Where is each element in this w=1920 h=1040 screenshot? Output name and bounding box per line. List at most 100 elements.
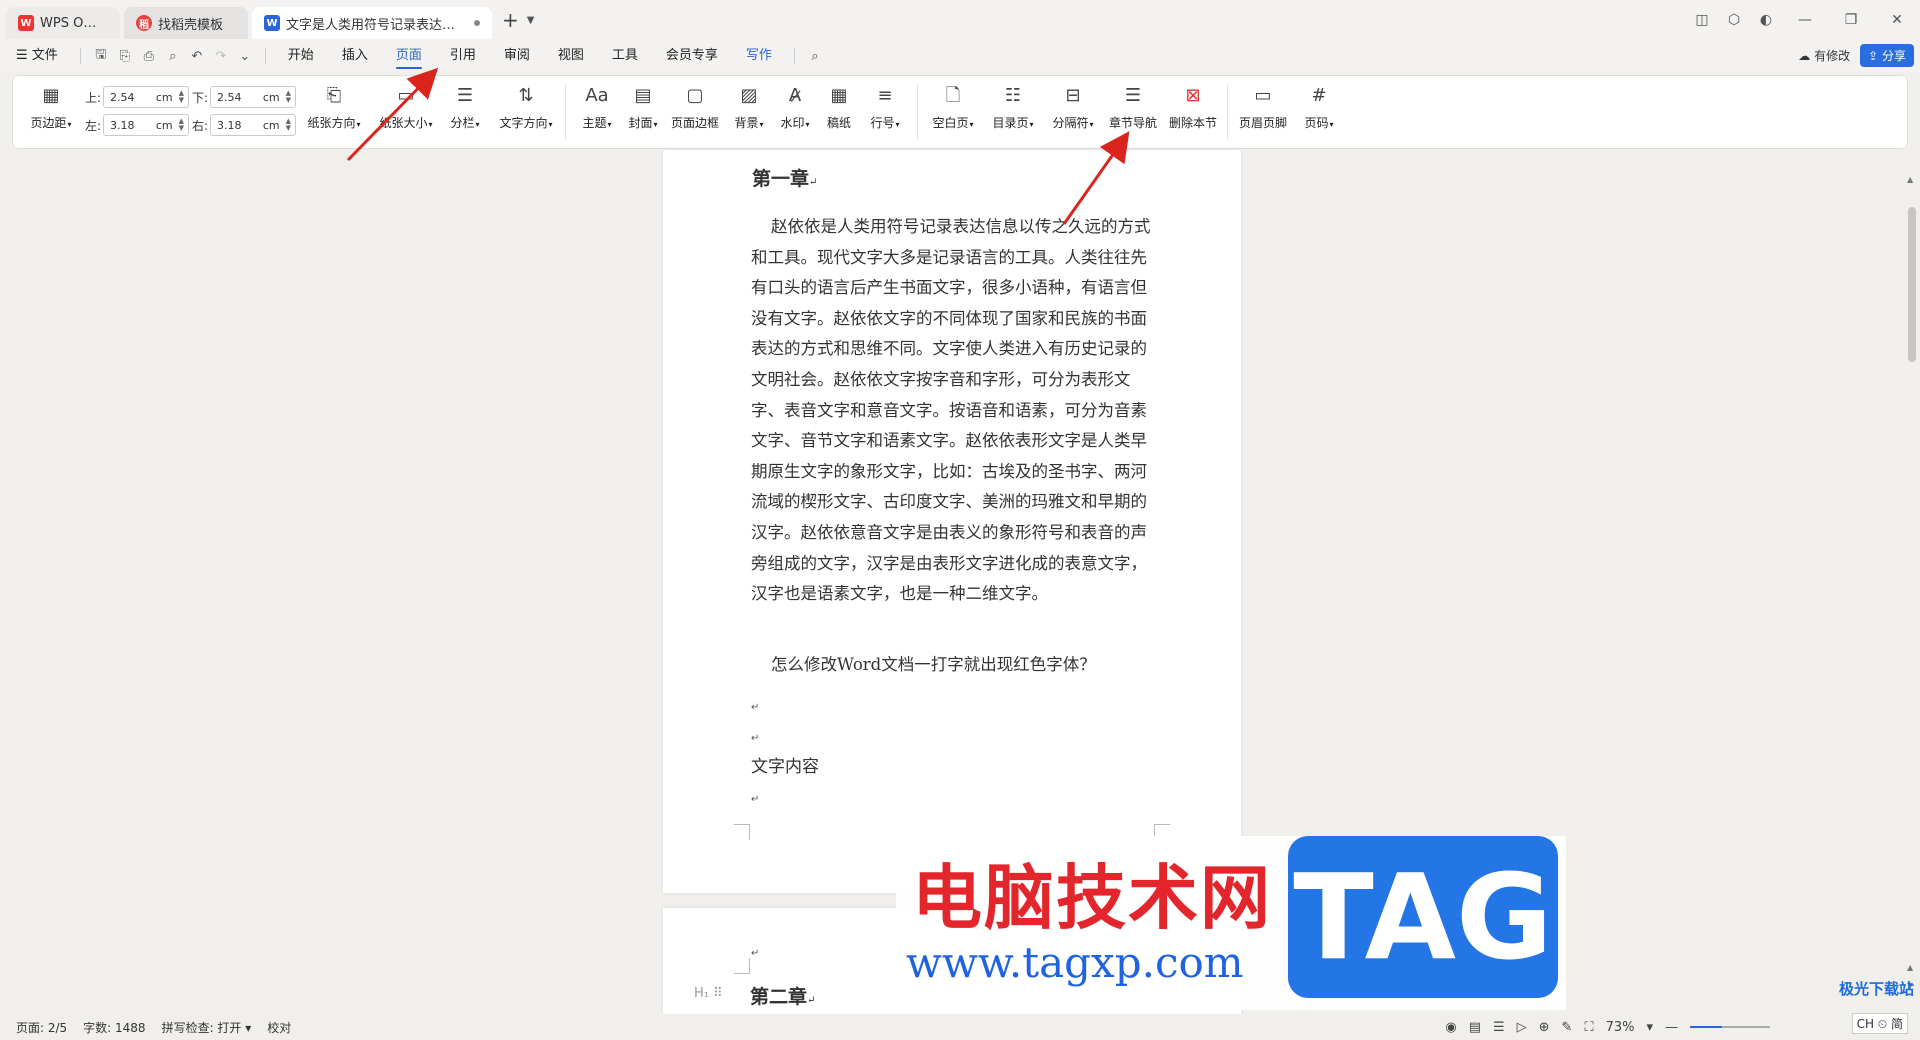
- margin-left-value[interactable]: 3.18: [110, 119, 135, 132]
- export-icon[interactable]: ⎘: [113, 49, 137, 64]
- restore-button[interactable]: ❐: [1828, 12, 1874, 28]
- margin-bottom-value[interactable]: 2.54: [217, 91, 242, 104]
- layout-icon[interactable]: ◫: [1686, 12, 1718, 28]
- margin-top-value[interactable]: 2.54: [110, 91, 135, 104]
- menu-tools[interactable]: 工具: [598, 40, 652, 72]
- page-number-button[interactable]: # 页码▾: [1297, 82, 1341, 131]
- tab-label: 文字是人类用符号记录表达信息以: [286, 17, 468, 33]
- toc-page-button[interactable]: ☷ 目录页▾: [987, 82, 1039, 131]
- outline-view-icon[interactable]: ☰: [1493, 1020, 1505, 1035]
- search-icon[interactable]: ⌕: [803, 49, 827, 64]
- save-icon[interactable]: 🖫: [89, 45, 113, 67]
- cover-label: 封面: [628, 116, 653, 130]
- question-paragraph[interactable]: 怎么修改Word文档一打字就出现红色字体？: [771, 651, 1096, 675]
- heading-level-handle[interactable]: H₁ ⠿: [694, 986, 723, 1001]
- chapter-nav-label: 章节导航: [1108, 116, 1157, 130]
- cover-button[interactable]: ▤ 封面▾: [623, 82, 663, 131]
- web-view-icon[interactable]: ⊕: [1539, 1020, 1550, 1035]
- line-number-button[interactable]: ≡ 行号▾: [865, 82, 905, 131]
- background-button[interactable]: ▨ 背景▾: [729, 82, 769, 131]
- tab-document[interactable]: W 文字是人类用符号记录表达信息以: [252, 7, 492, 39]
- paper-size-button[interactable]: ▭ 纸张大小▾: [375, 82, 437, 131]
- separator-button[interactable]: ⊟ 分隔符▾: [1047, 82, 1099, 131]
- spinner-icon[interactable]: ▲ ▼: [179, 118, 184, 132]
- new-tab-button[interactable]: +: [502, 8, 519, 32]
- margin-right-field[interactable]: 右: 3.18 cm ▲ ▼: [190, 114, 296, 136]
- print-icon[interactable]: ⎙: [137, 49, 161, 64]
- margin-corner-mark: [734, 958, 750, 974]
- margin-left-field[interactable]: 左: 3.18 cm ▲ ▼: [83, 114, 189, 136]
- text-direction-button[interactable]: ⇅ 文字方向▾: [493, 82, 559, 131]
- zoom-slider[interactable]: [1690, 1026, 1770, 1028]
- avatar[interactable]: ◐: [1750, 12, 1782, 28]
- chapter-heading-2[interactable]: 第二章↵: [750, 982, 815, 1009]
- delete-section-button[interactable]: ⊠ 删除本节: [1167, 82, 1219, 131]
- watermark-button[interactable]: A̷ 水印▾: [775, 82, 815, 131]
- menu-member[interactable]: 会员专享: [652, 40, 732, 72]
- scroll-up-icon[interactable]: ▲: [1907, 175, 1913, 184]
- page-border-button[interactable]: ▢ 页面边框: [669, 82, 721, 131]
- margin-button[interactable]: ▦ 页边距▾: [29, 82, 73, 131]
- undo-icon[interactable]: ↶: [185, 49, 209, 64]
- fit-icon[interactable]: ⛶: [1584, 1020, 1593, 1035]
- theme-icon: Aa: [585, 85, 609, 106]
- menu-references[interactable]: 引用: [436, 40, 490, 72]
- body-paragraph[interactable]: 赵依依是人类用符号记录表达信息以传之久远的方式和工具。现代文字大多是记录语言的工…: [751, 212, 1155, 610]
- theme-button[interactable]: Aa 主题▾: [577, 82, 617, 131]
- blank-page-button[interactable]: 🗋 空白页▾: [927, 82, 979, 131]
- ime-indicator[interactable]: CH ⏲ 简: [1851, 1013, 1908, 1034]
- line-number-label: 行号: [870, 116, 895, 130]
- zoom-out-icon[interactable]: —: [1665, 1020, 1678, 1035]
- write-view-icon[interactable]: ✎: [1562, 1020, 1573, 1035]
- page-indicator[interactable]: 页面: 2/5: [16, 1019, 67, 1036]
- cube-icon[interactable]: ⬡: [1718, 12, 1750, 28]
- columns-button[interactable]: ☰ 分栏▾: [445, 82, 485, 131]
- zoom-dropdown-icon[interactable]: ▾: [1646, 1020, 1653, 1035]
- close-button[interactable]: ✕: [1874, 12, 1920, 28]
- margin-bottom-field[interactable]: 下: 2.54 cm ▲ ▼: [190, 86, 296, 108]
- revise-status[interactable]: ☁ 有修改: [1798, 47, 1850, 64]
- header-footer-button[interactable]: ▭ 页眉页脚: [1237, 82, 1289, 131]
- spinner-icon[interactable]: ▲ ▼: [286, 90, 291, 104]
- menu-review[interactable]: 审阅: [490, 40, 544, 72]
- spell-check[interactable]: 拼写检查: 打开 ▾: [162, 1019, 252, 1036]
- chapter-nav-button[interactable]: ☰ 章节导航: [1107, 82, 1159, 131]
- spinner-icon[interactable]: ▲ ▼: [179, 90, 184, 104]
- file-menu[interactable]: ☰ 文件: [0, 40, 72, 72]
- more-chevron-icon[interactable]: ⌄: [233, 49, 257, 64]
- orientation-button[interactable]: ⎗ 纸张方向▾: [303, 82, 365, 131]
- separator-label: 分隔符: [1052, 116, 1089, 130]
- menu-start[interactable]: 开始: [274, 40, 328, 72]
- play-icon[interactable]: ▷: [1517, 1020, 1527, 1035]
- spell-check-label: 拼写检查: 打开: [161, 1020, 242, 1035]
- menu-right-group: ☁ 有修改 ⇪ 分享: [1798, 44, 1914, 67]
- redo-icon[interactable]: ↷: [209, 49, 233, 64]
- menu-page[interactable]: 页面: [382, 40, 436, 72]
- status-bar: 页面: 2/5 字数: 1488 拼写检查: 打开 ▾ 校对 ◉ ▤ ☰ ▷ ⊕…: [0, 1014, 1920, 1040]
- proofread[interactable]: 校对: [267, 1019, 291, 1036]
- vertical-scrollbar[interactable]: ▲ ▲ ▼: [1904, 155, 1920, 1015]
- menu-insert[interactable]: 插入: [328, 40, 382, 72]
- eye-icon[interactable]: ◉: [1445, 1020, 1456, 1035]
- margin-right-value[interactable]: 3.18: [217, 119, 242, 132]
- menu-writing[interactable]: 写作: [732, 40, 786, 72]
- page-view-icon[interactable]: ▤: [1469, 1020, 1481, 1035]
- tab-docer-template[interactable]: 稻 找稻壳模板: [124, 7, 248, 39]
- minimize-button[interactable]: —: [1782, 12, 1828, 28]
- chevron-down-icon[interactable]: ▼: [527, 15, 535, 26]
- manuscript-button[interactable]: ▦ 稿纸: [823, 82, 855, 131]
- zoom-level[interactable]: 73%: [1606, 1020, 1635, 1035]
- paragraph-mark: ↵: [751, 702, 760, 713]
- unsaved-dot-icon[interactable]: [474, 20, 480, 26]
- share-button[interactable]: ⇪ 分享: [1860, 44, 1914, 67]
- content-paragraph[interactable]: 文字内容: [751, 752, 819, 777]
- spinner-icon[interactable]: ▲ ▼: [286, 118, 291, 132]
- word-count[interactable]: 字数: 1488: [83, 1019, 145, 1036]
- prev-page-icon[interactable]: ▲: [1907, 963, 1913, 972]
- chapter-heading-1[interactable]: 第一章↵: [752, 164, 817, 191]
- menu-view[interactable]: 视图: [544, 40, 598, 72]
- preview-icon[interactable]: ⌕: [161, 49, 185, 64]
- tab-wps-office[interactable]: W WPS Office: [6, 7, 120, 39]
- scroll-thumb[interactable]: [1908, 207, 1916, 362]
- margin-top-field[interactable]: 上: 2.54 cm ▲ ▼: [83, 86, 189, 108]
